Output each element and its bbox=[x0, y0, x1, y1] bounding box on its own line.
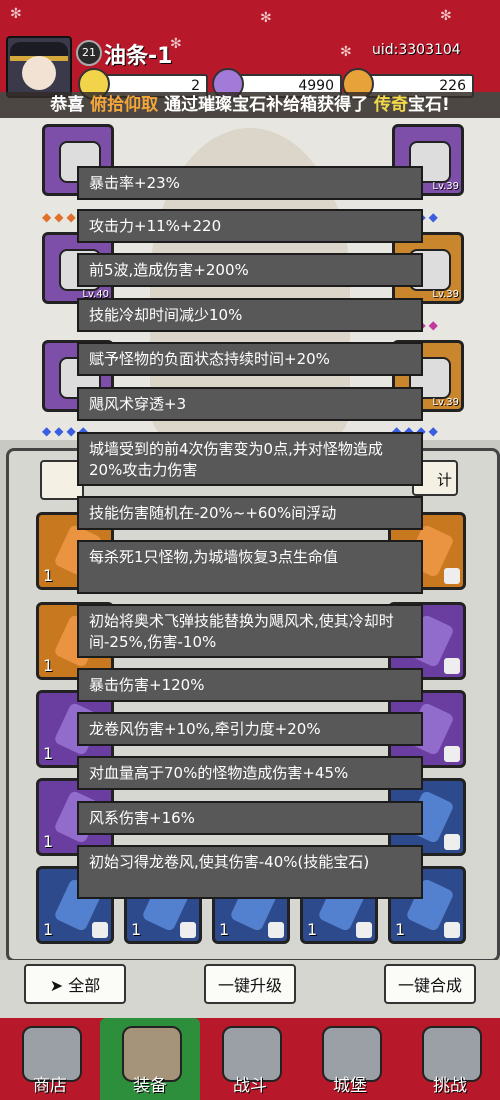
gem-stat-line: 每杀死1只怪物,为城墙恢复3点生命值 bbox=[77, 540, 423, 594]
player-level-badge: 21 bbox=[76, 40, 102, 66]
player-avatar[interactable] bbox=[6, 36, 72, 98]
show-all-label: 全部 bbox=[68, 976, 101, 995]
banner-prefix: 恭喜 bbox=[50, 95, 91, 115]
announcement-banner: 恭喜 俯拾仰取 通过璀璨宝石补给箱获得了 传奇宝石! bbox=[0, 92, 500, 118]
gem-stat-line: 技能冷却时间减少10% bbox=[77, 298, 423, 332]
player-name: 油条-1 bbox=[104, 44, 173, 69]
show-all-button[interactable]: ➤ 全部 bbox=[24, 964, 126, 1004]
ring-level: Lv.39 bbox=[432, 397, 459, 408]
merge-all-button[interactable]: 一键合成 bbox=[384, 964, 476, 1004]
banner-middle: 通过璀璨宝石补给箱获得了 bbox=[158, 95, 374, 115]
gem-stat-line: 对血量高于70%的怪物造成伤害+45% bbox=[77, 756, 423, 790]
nav-challenge[interactable]: 挑战 bbox=[400, 1018, 500, 1100]
gem-stat-line: 暴击率+23% bbox=[77, 166, 423, 200]
gem-stat-line: 初始将奥术飞弹技能替换为飓风术,使其冷却时间-25%,伤害-10% bbox=[77, 604, 423, 658]
gloves-level: Lv.39 bbox=[432, 181, 459, 192]
gem-stat-line: 城墙受到的前4次伤害变为0点,并对怪物造成20%攻击力伤害 bbox=[77, 432, 423, 486]
gem-stat-line: 飓风术穿透+3 bbox=[77, 387, 423, 421]
gem-stat-line: 龙卷风伤害+10%,牵引力度+20% bbox=[77, 712, 423, 746]
gem-stat-line: 初始习得龙卷风,使其伤害-40%(技能宝石) bbox=[77, 845, 423, 899]
necklace-level: Lv.39 bbox=[432, 289, 459, 300]
banner-suffix: 宝石! bbox=[408, 95, 450, 115]
gem-stat-line: 风系伤害+16% bbox=[77, 801, 423, 835]
banner-player: 俯拾仰取 bbox=[90, 95, 159, 115]
snowflake-icon: ✻ bbox=[10, 6, 22, 22]
snowflake-icon: ✻ bbox=[440, 8, 452, 24]
nav-equipment[interactable]: 装备 bbox=[100, 1018, 200, 1100]
snowflake-icon: ✻ bbox=[340, 44, 352, 60]
gem-stat-line: 技能伤害随机在-20%~+60%间浮动 bbox=[77, 496, 423, 530]
gem-stat-line: 攻击力+11%+220 bbox=[77, 209, 423, 243]
gem-stat-line: 赋予怪物的负面状态持续时间+20% bbox=[77, 342, 423, 376]
nav-shop[interactable]: 商店 bbox=[0, 1018, 100, 1100]
snowflake-icon: ✻ bbox=[260, 10, 272, 26]
gem-stat-line: 前5波,造成伤害+200% bbox=[77, 253, 423, 287]
navigate-arrow-icon: ➤ bbox=[49, 976, 64, 995]
player-uid: uid:3303104 bbox=[372, 42, 461, 58]
upgrade-all-button[interactable]: 一键升级 bbox=[204, 964, 296, 1004]
nav-battle[interactable]: 战斗 bbox=[200, 1018, 300, 1100]
gem-stat-line: 暴击伤害+120% bbox=[77, 668, 423, 702]
nav-castle[interactable]: 城堡 bbox=[300, 1018, 400, 1100]
banner-rarity: 传奇 bbox=[374, 95, 408, 115]
